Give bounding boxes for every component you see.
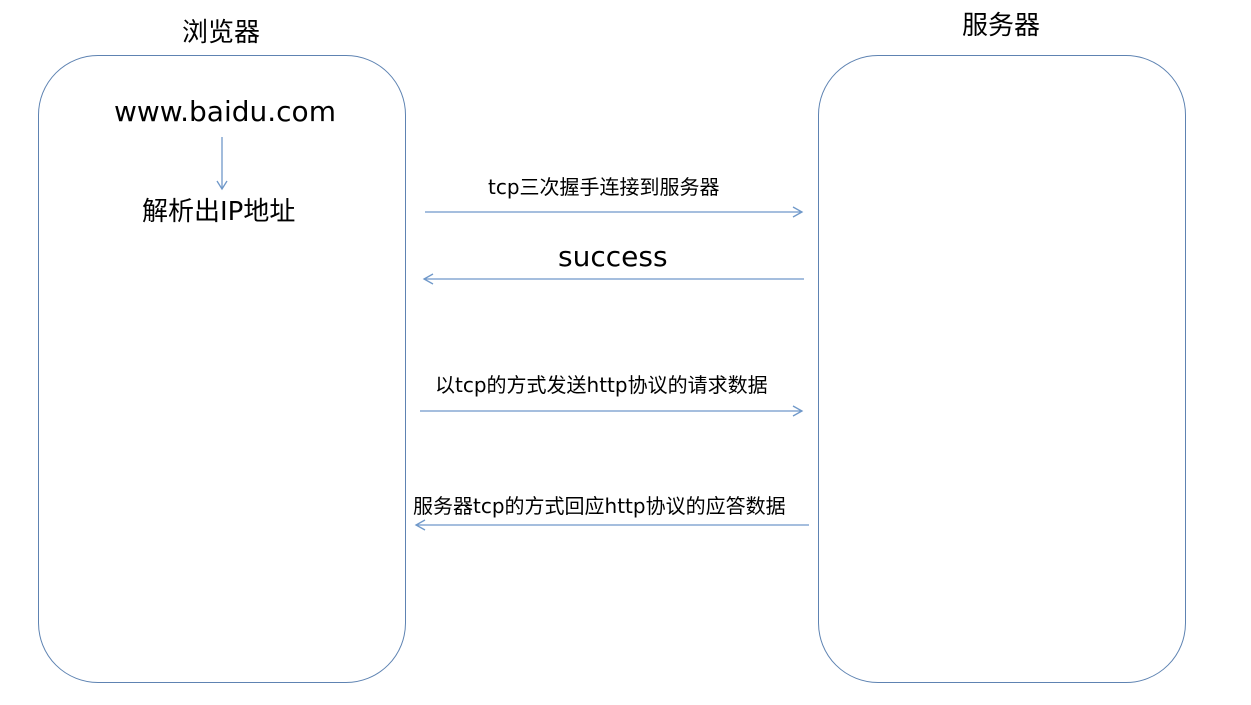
browser-title: 浏览器 — [182, 18, 261, 48]
message-label-http-request: 以tcp的方式发送http协议的请求数据 — [435, 373, 768, 397]
message-label-success: success — [558, 240, 668, 273]
server-title: 服务器 — [962, 11, 1041, 41]
message-arrow-http-response — [414, 519, 809, 531]
url-text: www.baidu.com — [114, 95, 336, 128]
message-arrow-http-request — [420, 405, 804, 417]
message-label-http-response: 服务器tcp的方式回应http协议的应答数据 — [413, 494, 786, 518]
server-box — [818, 55, 1186, 683]
message-arrow-success — [422, 273, 804, 285]
resolve-ip-text: 解析出IP地址 — [142, 197, 296, 227]
message-label-tcp-handshake: tcp三次握手连接到服务器 — [488, 175, 720, 199]
message-arrow-tcp-handshake — [425, 206, 804, 218]
browser-box — [38, 55, 406, 683]
